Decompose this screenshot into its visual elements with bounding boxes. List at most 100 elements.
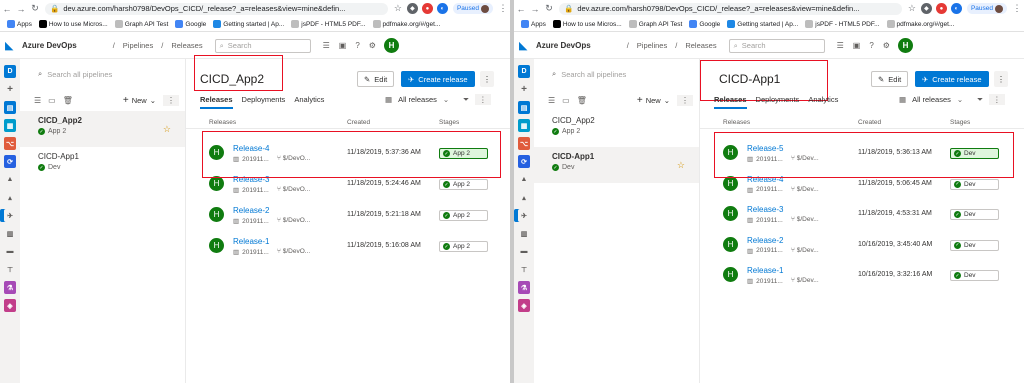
extension-icon[interactable]: ● [935, 3, 947, 14]
filter-icon[interactable]: ⏷ [463, 95, 469, 105]
list-view-icon[interactable]: ☰ [548, 96, 555, 105]
breadcrumb-releases[interactable]: Releases [171, 41, 202, 50]
table-row[interactable]: H Release-1 ▥ 201911... ⑂ $/Dev... 10/16/2019… [700, 260, 1024, 291]
releases-icon[interactable]: ✈ [4, 209, 16, 222]
bookmark[interactable]: Graph API Test [114, 20, 168, 28]
extension-icon[interactable]: ◆ [920, 3, 932, 14]
extension-icon[interactable]: ◐ [950, 3, 962, 14]
help-icon[interactable]: ? [355, 41, 359, 50]
new-button[interactable]: + New ⌄ [637, 95, 670, 106]
marketplace-icon[interactable]: ▣ [853, 41, 861, 50]
bookmark[interactable]: Graph API Test [628, 20, 682, 28]
boards-icon[interactable]: ▦ [518, 119, 530, 132]
pipeline-item[interactable]: CICD-App1 ✓ Dev ☆ [534, 147, 699, 183]
more-icon[interactable]: ⋮ [989, 94, 1005, 105]
tab-releases[interactable]: Releases [714, 95, 747, 109]
project-icon[interactable]: D [4, 65, 16, 78]
deployment-groups-icon[interactable]: ⊤ [518, 263, 530, 276]
filter-icon[interactable]: ⏷ [977, 95, 983, 105]
bookmark[interactable]: Apps [7, 20, 32, 28]
releases-icon[interactable]: ✈ [518, 209, 530, 222]
repos-icon[interactable]: ⌥ [518, 137, 530, 150]
back-icon[interactable]: ← [514, 2, 528, 16]
tab-deployments[interactable]: Deployments [756, 95, 800, 109]
menu-icon[interactable]: ⋮ [496, 2, 510, 16]
profile-paused-button[interactable]: Paused [966, 3, 1007, 14]
breadcrumb-pipelines[interactable]: Pipelines [637, 41, 667, 50]
library-icon[interactable]: ▥ [518, 227, 530, 240]
address-bar[interactable]: 🔒 dev.azure.com/harsh0798/DevOps_CICD/_re… [559, 2, 902, 15]
repos-icon[interactable]: ⌥ [4, 137, 16, 150]
address-bar[interactable]: 🔒 dev.azure.com/harsh0798/DevOps_CICD/_re… [45, 2, 388, 15]
breadcrumb-releases[interactable]: Releases [685, 41, 716, 50]
pipeline-search-input[interactable]: ⌕ Search all pipelines [38, 67, 173, 81]
environments-icon[interactable]: ▲ [518, 173, 530, 186]
marketplace-icon[interactable]: ▣ [339, 41, 347, 50]
star-bookmark-icon[interactable]: ☆ [905, 2, 919, 16]
list-icon[interactable]: ☰ [323, 41, 330, 50]
back-icon[interactable]: ← [0, 2, 14, 16]
reload-icon[interactable]: ↻ [542, 2, 556, 16]
user-settings-icon[interactable]: ⚙ [883, 41, 890, 50]
extension-icon[interactable]: ◆ [406, 3, 418, 14]
chevron-down-icon[interactable]: ⌄ [957, 95, 963, 104]
pipelines-icon[interactable]: ⟳ [518, 155, 530, 168]
bookmark[interactable]: Getting started | Ap... [727, 20, 798, 28]
table-row[interactable]: H Release-3 ▥ 201911... ⑂ $/Dev... 11/18/2019… [700, 199, 1024, 230]
pipeline-search-input[interactable]: ⌕ Search all pipelines [552, 67, 687, 81]
more-actions-button[interactable]: ⋮ [994, 71, 1008, 87]
release-name-link[interactable]: Release-2 [233, 206, 269, 215]
release-name-link[interactable]: Release-1 [233, 237, 269, 246]
list-view-icon[interactable]: ☰ [34, 96, 41, 105]
edit-button[interactable]: ✎ Edit [357, 71, 395, 87]
star-bookmark-icon[interactable]: ☆ [391, 2, 405, 16]
stage-chip[interactable]: ✓ App 2 [439, 179, 488, 190]
release-name-link[interactable]: Release-1 [747, 266, 783, 275]
artifacts-icon[interactable]: ◈ [518, 299, 530, 312]
azure-devops-logo-icon[interactable]: ◣ [5, 40, 17, 52]
add-icon[interactable]: + [518, 83, 530, 96]
project-icon[interactable]: D [518, 65, 530, 78]
pipeline-item[interactable]: CICD_App2 ✓ App 2 [534, 111, 699, 147]
bookmark[interactable]: How to use Micros... [38, 20, 108, 28]
stage-chip[interactable]: ✓ App 2 [439, 210, 488, 221]
pipelines-icon[interactable]: ⟳ [4, 155, 16, 168]
overview-icon[interactable]: ▤ [518, 101, 530, 114]
chevron-down-icon[interactable]: ⌄ [443, 95, 449, 104]
tab-deployments[interactable]: Deployments [242, 95, 286, 109]
bookmark[interactable]: pdfmake.org/#/get... [372, 20, 440, 28]
create-release-button[interactable]: ✈ Create release [401, 71, 475, 87]
extension-icon[interactable]: ● [421, 3, 433, 14]
stage-chip[interactable]: ✓ Dev [950, 178, 999, 190]
stage-chip[interactable]: ✓ App 2 [439, 241, 488, 252]
table-row[interactable]: H Release-1 ▥ 201911... ⑂ $/DevO... 11/18/201… [186, 231, 510, 262]
brand-name[interactable]: Azure DevOps [536, 41, 591, 50]
all-releases-dropdown[interactable]: All releases [398, 95, 437, 104]
extension-icon[interactable]: ◐ [436, 3, 448, 14]
edit-button[interactable]: ✎ Edit [871, 71, 909, 87]
breadcrumb-pipelines[interactable]: Pipelines [123, 41, 153, 50]
create-release-button[interactable]: ✈ Create release [915, 71, 989, 87]
more-actions-button[interactable]: ⋮ [480, 71, 494, 87]
boards-icon[interactable]: ▦ [4, 119, 16, 132]
folder-icon[interactable]: ▭ [562, 96, 570, 105]
test-plans-icon[interactable]: ⚗ [4, 281, 16, 294]
add-icon[interactable]: + [4, 83, 16, 96]
more-icon[interactable]: ⋮ [677, 94, 693, 106]
bookmark[interactable]: Apps [521, 20, 546, 28]
test-plans-icon[interactable]: ⚗ [518, 281, 530, 294]
all-releases-dropdown[interactable]: All releases [912, 95, 951, 104]
profile-paused-button[interactable]: Paused [452, 3, 493, 14]
tab-analytics[interactable]: Analytics [808, 95, 838, 109]
pipeline-item[interactable]: CICD-App1 ✓ Dev [20, 147, 185, 183]
release-name-link[interactable]: Release-3 [747, 205, 783, 214]
delete-icon[interactable]: 🗑 [63, 96, 73, 105]
tab-releases[interactable]: Releases [200, 95, 233, 109]
task-groups-icon[interactable]: ▬ [4, 245, 16, 258]
folder-icon[interactable]: ▭ [48, 96, 56, 105]
help-icon[interactable]: ? [869, 41, 873, 50]
table-row[interactable]: H Release-2 ▥ 201911... ⑂ $/DevO... 11/18/201… [186, 200, 510, 231]
bookmark[interactable]: How to use Micros... [552, 20, 622, 28]
forward-icon[interactable]: → [14, 2, 28, 16]
bookmark[interactable]: Google [689, 20, 720, 28]
